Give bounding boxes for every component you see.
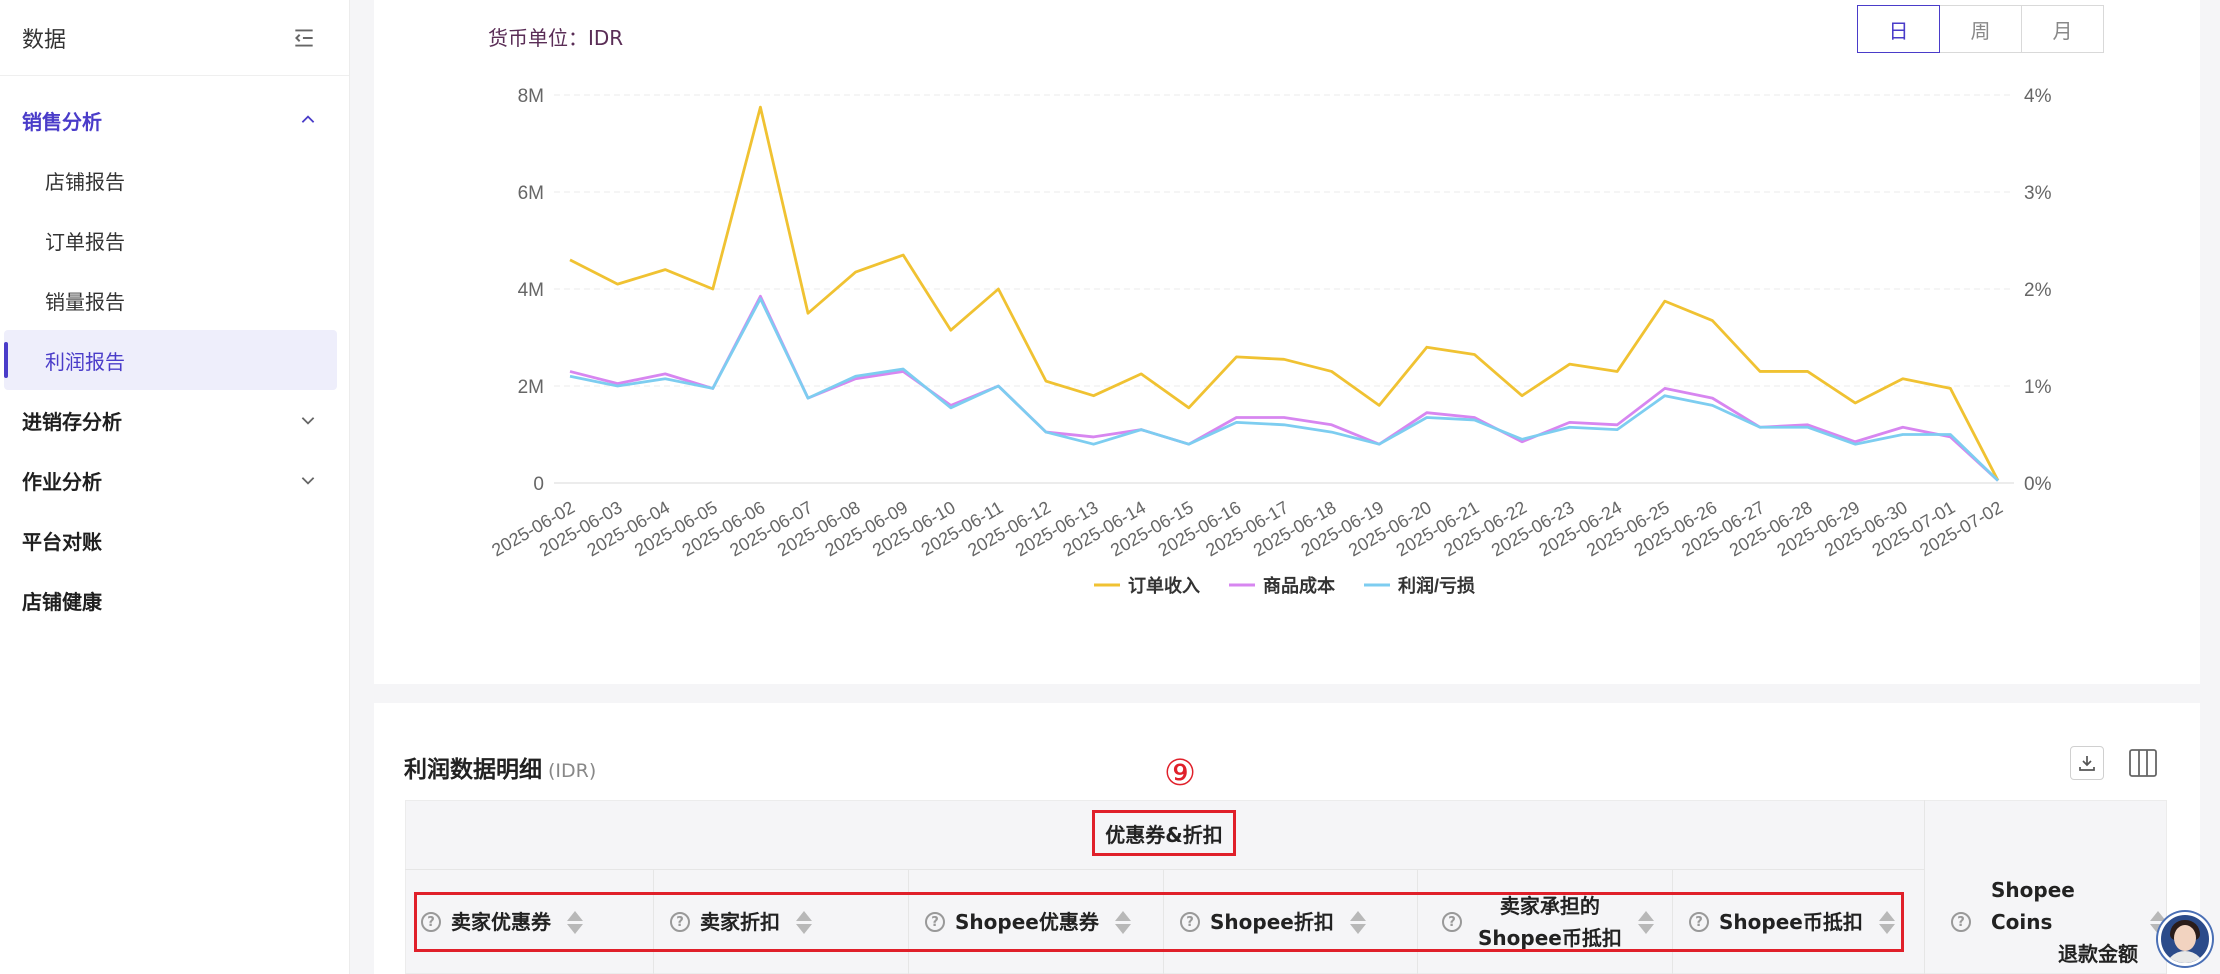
column-label-line2: 退款金额: [2058, 942, 2138, 966]
columns-icon: [2129, 749, 2157, 777]
menu-group-label: 店铺健康: [22, 589, 102, 614]
column-label: Shopee Coins 退款金额: [1991, 874, 2138, 970]
y-tick-label-right: 3%: [2024, 183, 2052, 204]
download-icon: [2079, 756, 2095, 771]
download-button[interactable]: [2070, 746, 2104, 780]
profit-line-chart: 0 0%2M 1%4M 2%6M 3%8M 4%2025-06-022025-06-032…: [488, 86, 2052, 596]
column-settings-button[interactable]: [2126, 746, 2160, 780]
menu-group-sales-analysis[interactable]: 销售分析: [0, 90, 349, 150]
tab-day[interactable]: 日: [1857, 5, 1940, 53]
y-tick-label-left: 2M: [518, 377, 544, 398]
legend-label: 订单收入: [1128, 575, 1200, 596]
column-header-shopee-coins-refund[interactable]: ? Shopee Coins 退款金额: [1925, 870, 2167, 974]
sidebar-title: 数据: [22, 27, 67, 53]
menu-group-operation-analysis[interactable]: 作业分析: [0, 450, 349, 510]
table-title-text: 利润数据明细: [404, 757, 542, 783]
y-tick-label-left: 8M: [518, 86, 544, 107]
group-header-coupons-discounts: 优惠券&折扣: [1092, 810, 1236, 856]
annotation-marker: ⑨: [1163, 753, 1197, 794]
sidebar-menu: 销售分析 店铺报告 订单报告 销量报告 利润报告 进销存分析 作业分析 平台对账…: [0, 76, 349, 630]
y-tick-label-right: 0%: [2024, 474, 2052, 495]
menu-item-order-report[interactable]: 订单报告: [0, 210, 349, 270]
menu-item-store-report[interactable]: 店铺报告: [0, 150, 349, 210]
menu-item-label: 店铺报告: [45, 169, 125, 194]
menu-group-inventory-analysis[interactable]: 进销存分析: [0, 390, 349, 450]
menu-group-platform-reconciliation[interactable]: 平台对账: [0, 510, 349, 570]
menu-group-label: 销售分析: [22, 109, 102, 134]
collapse-menu-icon[interactable]: [291, 25, 317, 51]
column-label-line1: Shopee Coins: [1991, 878, 2075, 934]
menu-item-label: 订单报告: [45, 229, 125, 254]
chevron-down-icon: [301, 417, 315, 425]
chevron-down-icon: [301, 477, 315, 485]
table-unit: (IDR): [548, 760, 597, 782]
y-tick-label-right: 1%: [2024, 377, 2052, 398]
y-tick-label-right: 2%: [2024, 280, 2052, 301]
chevron-up-icon: [301, 115, 315, 123]
highlight-box-columns: [414, 892, 1904, 952]
menu-item-label: 利润报告: [45, 349, 125, 374]
y-tick-label-right: 4%: [2024, 86, 2052, 107]
menu-group-label: 作业分析: [22, 469, 102, 494]
menu-item-profit-report[interactable]: 利润报告: [4, 330, 337, 390]
legend-label: 商品成本: [1263, 575, 1335, 596]
menu-group-label: 进销存分析: [22, 409, 122, 434]
sidebar-header: 数据: [0, 0, 349, 76]
menu-item-sales-volume-report[interactable]: 销量报告: [0, 270, 349, 330]
series-line: [569, 294, 1999, 482]
table-title: 利润数据明细 (IDR): [404, 750, 596, 784]
menu-group-store-health[interactable]: 店铺健康: [0, 570, 349, 630]
y-tick-label-left: 6M: [518, 183, 544, 204]
series-line: [569, 297, 1999, 482]
menu-item-label: 销量报告: [45, 289, 125, 314]
assistant-avatar[interactable]: [2158, 912, 2212, 966]
y-tick-label-left: 4M: [518, 280, 544, 301]
menu-group-label: 平台对账: [22, 529, 102, 554]
sidebar: 数据 销售分析 店铺报告 订单报告 销量报告 利润报告 进销存分析 作业分析 平…: [0, 0, 350, 974]
legend-label: 利润/亏损: [1398, 575, 1475, 596]
y-tick-label-left: 0: [533, 474, 544, 495]
help-icon[interactable]: ?: [1951, 912, 1971, 932]
